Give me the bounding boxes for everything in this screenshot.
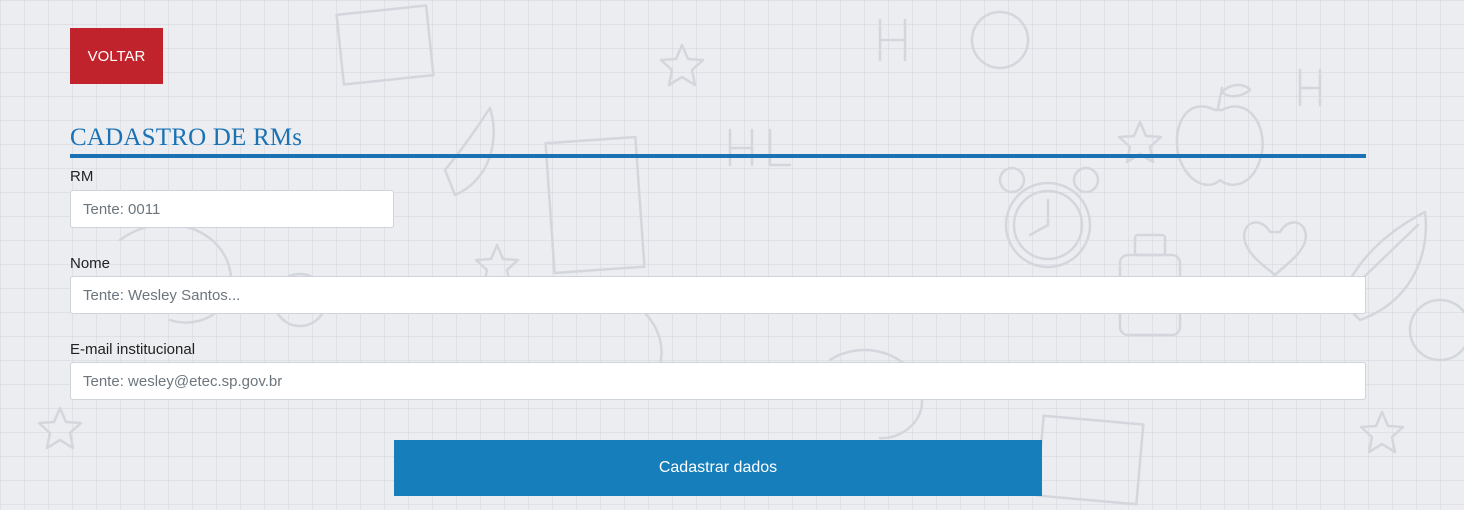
nome-label: Nome bbox=[70, 255, 111, 272]
nome-input[interactable] bbox=[70, 276, 1366, 314]
email-input[interactable] bbox=[70, 362, 1366, 400]
page-title: CADASTRO DE RMs bbox=[70, 124, 303, 151]
submit-button[interactable]: Cadastrar dados bbox=[394, 440, 1042, 496]
clock-icon bbox=[998, 166, 1100, 269]
background-doodles bbox=[37, 4, 1464, 506]
rm-input[interactable] bbox=[70, 190, 394, 228]
email-label: E-mail institucional bbox=[70, 341, 196, 358]
title-divider bbox=[70, 154, 1366, 158]
apple-icon bbox=[1175, 83, 1264, 186]
pencil-icon bbox=[335, 4, 1145, 506]
back-button[interactable]: VOLTAR bbox=[70, 28, 163, 84]
heart-icon bbox=[1242, 221, 1308, 277]
rm-label: RM bbox=[70, 168, 94, 185]
